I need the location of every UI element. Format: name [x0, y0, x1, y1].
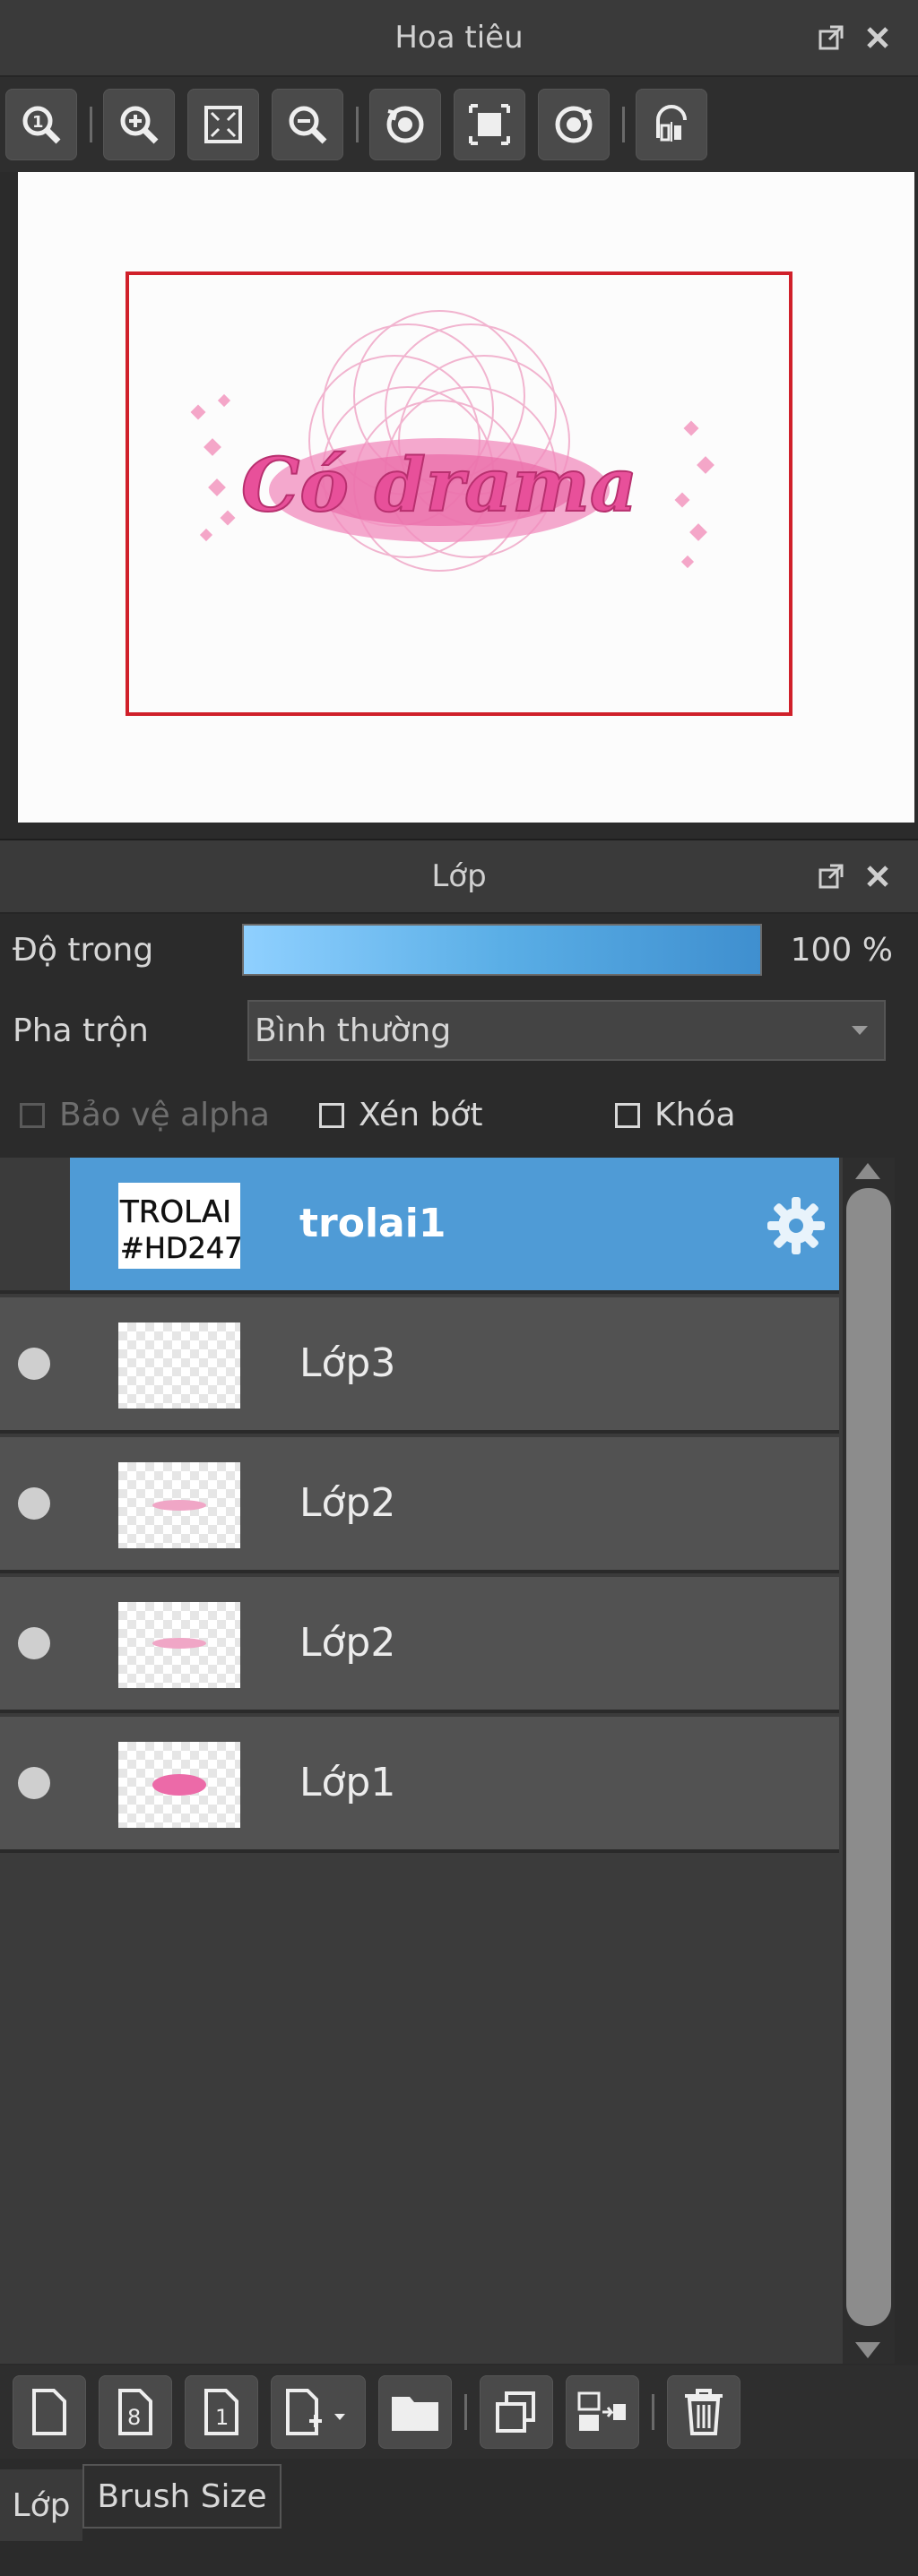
layer-row-lop2[interactable]: Lớp2 — [0, 1437, 839, 1573]
new-page-icon — [32, 2389, 66, 2435]
duplicate-icon — [496, 2391, 535, 2433]
layers-header: Lớp — [0, 839, 918, 914]
gear-icon[interactable] — [762, 1192, 830, 1260]
fit-window-icon — [204, 106, 242, 143]
navigator-preview[interactable]: Có drama — [18, 172, 914, 823]
new-layer-button[interactable] — [13, 2375, 86, 2449]
thumb-text-2: #HD247 — [120, 1231, 240, 1265]
visibility-icon[interactable] — [18, 1348, 50, 1380]
checkbox-icon — [615, 1102, 640, 1128]
lock-checkbox[interactable]: Khóa — [615, 1097, 736, 1133]
layer-name: Lớp2 — [299, 1620, 396, 1666]
folder-icon — [392, 2397, 438, 2431]
duplicate-layer-button[interactable] — [480, 2375, 553, 2449]
navigator-title: Hoa tiêu — [394, 20, 524, 56]
close-icon[interactable] — [862, 22, 893, 53]
thumb-text-1: TROLAI — [119, 1194, 231, 1230]
protect-alpha-label: Bảo vệ alpha — [59, 1097, 270, 1133]
merge-layer-button[interactable] — [566, 2375, 639, 2449]
layer-1bit-icon: 1 — [204, 2389, 238, 2435]
clipping-label: Xén bớt — [359, 1097, 483, 1133]
panel-tabs: Lớp Brush Size — [0, 2464, 918, 2576]
protect-alpha-checkbox[interactable]: Bảo vệ alpha — [20, 1097, 270, 1133]
checkbox-icon — [319, 1102, 344, 1128]
layer-thumbnail — [118, 1462, 240, 1548]
zoom-in-button[interactable] — [103, 89, 175, 160]
zoom-100-icon: 1 — [22, 106, 61, 144]
scroll-thumb[interactable] — [846, 1188, 891, 2326]
fit-window-button[interactable] — [187, 89, 259, 160]
layer-thumbnail: TROLAI #HD247 — [118, 1183, 240, 1269]
layer-thumbnail — [118, 1602, 240, 1688]
tab-layers[interactable]: Lớp — [0, 2469, 82, 2541]
blend-label: Pha trộn — [13, 1012, 149, 1049]
lock-label: Khóa — [654, 1097, 736, 1133]
layer-toolbar: 8 1 — [0, 2365, 918, 2459]
navigator-header: Hoa tiêu — [0, 0, 918, 77]
zoom-100-button[interactable]: 1 — [5, 89, 77, 160]
popout-icon[interactable] — [816, 22, 846, 53]
layer-8bit-icon: 8 — [118, 2389, 152, 2435]
checkbox-icon — [20, 1102, 45, 1128]
clipping-checkbox[interactable]: Xén bớt — [319, 1097, 482, 1133]
layer-thumbnail — [118, 1322, 240, 1409]
chevron-down-icon — [852, 1026, 868, 1035]
add-layer-menu-button[interactable] — [271, 2375, 366, 2449]
zoom-in-icon — [120, 106, 159, 144]
canvas-preview-image: Có drama — [126, 271, 792, 716]
flip-horizontal-button[interactable] — [636, 89, 707, 160]
opacity-slider[interactable] — [242, 924, 762, 976]
fit-canvas-button[interactable] — [454, 89, 525, 160]
layer-name: trolai1 — [299, 1201, 446, 1246]
preview-text: Có drama — [241, 443, 637, 529]
zoom-out-button[interactable] — [272, 89, 343, 160]
close-icon[interactable] — [862, 861, 893, 892]
blend-mode-value: Bình thường — [255, 1012, 452, 1049]
zoom-out-icon — [289, 106, 327, 144]
visibility-icon[interactable] — [18, 1627, 50, 1659]
tab-brush-size[interactable]: Brush Size — [82, 2464, 281, 2529]
flip-horizontal-icon — [656, 105, 687, 142]
opacity-label: Độ trong — [13, 931, 154, 969]
opacity-row: Độ trong 100 % — [0, 914, 918, 986]
rotate-right-icon — [555, 106, 593, 143]
layer-row-lop2[interactable]: Lớp2 — [0, 1577, 839, 1713]
svg-text:1: 1 — [215, 2405, 229, 2430]
scroll-down-icon[interactable] — [855, 2342, 880, 2358]
layer-name: Lớp2 — [299, 1480, 396, 1526]
navigator-toolbar: 1 — [0, 77, 918, 172]
delete-layer-button[interactable] — [667, 2375, 740, 2449]
layer-row-lop1[interactable]: Lớp1 — [0, 1717, 839, 1853]
new-folder-button[interactable] — [378, 2375, 452, 2449]
rotate-left-icon — [386, 106, 424, 143]
visibility-icon[interactable] — [18, 1487, 50, 1520]
rotate-right-button[interactable] — [538, 89, 610, 160]
layer-visibility-cell[interactable] — [0, 1158, 70, 1294]
layers-title: Lớp — [431, 858, 487, 894]
blend-row: Pha trộn Bình thường — [0, 995, 918, 1066]
layer-thumbnail — [118, 1742, 240, 1828]
merge-down-icon — [577, 2391, 626, 2431]
layer-row-trolai1[interactable]: TROLAI #HD247 trolai1 — [70, 1158, 839, 1294]
new-1bit-layer-button[interactable]: 1 — [185, 2375, 258, 2449]
layer-name: Lớp1 — [299, 1760, 396, 1805]
scroll-up-icon[interactable] — [855, 1163, 880, 1179]
svg-text:1: 1 — [32, 113, 44, 132]
layer-name: Lớp3 — [299, 1340, 396, 1386]
blend-mode-select[interactable]: Bình thường — [247, 1000, 886, 1061]
visibility-icon[interactable] — [18, 1767, 50, 1799]
new-8bit-layer-button[interactable]: 8 — [99, 2375, 172, 2449]
svg-text:8: 8 — [127, 2405, 141, 2430]
opacity-value: 100 % — [790, 931, 893, 969]
rotate-left-button[interactable] — [369, 89, 441, 160]
add-layer-icon — [286, 2389, 345, 2435]
trash-icon — [685, 2389, 723, 2435]
layer-scrollbar[interactable] — [843, 1158, 895, 2364]
layer-row-lop3[interactable]: Lớp3 — [0, 1297, 839, 1434]
popout-icon[interactable] — [816, 861, 846, 892]
fit-canvas-icon — [469, 104, 510, 145]
